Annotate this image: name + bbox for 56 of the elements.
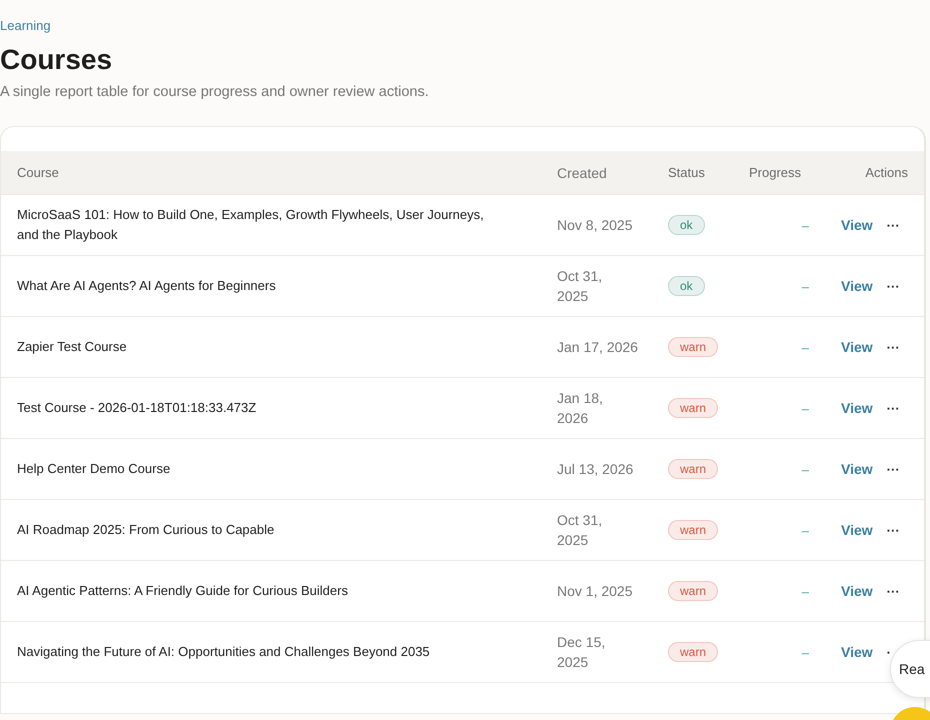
status-badge: ok [668, 215, 705, 235]
course-title: Test Course - 2026-01-18T01:18:33.473Z [16, 399, 258, 417]
created-date: Jan 17, 2026 [557, 338, 639, 357]
more-button[interactable]: ··· [886, 462, 900, 476]
course-title: What Are AI Agents? AI Agents for Beginners [16, 277, 277, 295]
progress-value: – [800, 400, 810, 416]
more-button[interactable]: ··· [886, 278, 900, 294]
progress-value: – [800, 522, 810, 538]
progress-value: – [800, 462, 810, 476]
created-date: Dec 15, 2025 [557, 633, 606, 672]
status-badge: warn [668, 642, 718, 662]
created-date: Jan 18, 2026 [557, 389, 604, 428]
status-badge: warn [668, 581, 718, 601]
more-button[interactable]: ··· [886, 584, 900, 598]
status-badge: warn [668, 520, 718, 540]
view-link[interactable]: View [841, 400, 873, 416]
column-header: Created [557, 164, 608, 182]
course-title: Zapier Test Course [16, 338, 128, 356]
course-title: AI Agentic Patterns: A Friendly Guide for Curious Builders [16, 582, 349, 600]
page-title: Courses [0, 44, 114, 76]
created-date: Jul 13, 2026 [557, 460, 634, 479]
progress-value: – [800, 584, 810, 598]
course-title: AI Roadmap 2025: From Curious to Capable [16, 521, 276, 539]
column-header: Course [16, 164, 60, 182]
created-date: Oct 31, 2025 [557, 267, 604, 306]
view-link[interactable]: View [841, 461, 873, 477]
more-button[interactable]: ··· [886, 400, 900, 416]
status-badge: warn [668, 337, 718, 357]
status-badge: warn [668, 398, 718, 418]
progress-value: – [800, 340, 810, 354]
column-header: Status [668, 165, 706, 180]
view-link[interactable]: View [841, 278, 873, 294]
view-link[interactable]: View [841, 339, 873, 355]
view-link[interactable]: View [841, 644, 873, 660]
created-date: Oct 31, 2025 [557, 511, 604, 550]
created-date: Nov 8, 2025 [557, 216, 634, 235]
column-header: Actions [864, 165, 909, 180]
course-title: Help Center Demo Course [16, 460, 172, 478]
more-button[interactable]: ··· [886, 218, 900, 232]
progress-value: – [800, 218, 810, 232]
more-button[interactable]: · [886, 644, 891, 660]
more-button[interactable]: ··· [886, 340, 900, 354]
column-header: Progress [749, 165, 802, 180]
more-button[interactable]: ··· [886, 522, 900, 538]
course-title: Navigating the Future of AI: Opportunities and Challenges Beyond 2035 [16, 643, 431, 661]
breadcrumb-link[interactable]: Learning [0, 18, 51, 33]
view-link[interactable]: View [841, 583, 873, 599]
view-link[interactable]: View [841, 522, 873, 538]
view-link[interactable]: View [841, 217, 873, 233]
progress-value: – [800, 278, 810, 294]
progress-value: – [800, 644, 810, 660]
page-subtitle: A single report table for course progress and owner review actions. [0, 84, 430, 100]
course-title: MicroSaaS 101: How to Build One, Examples, Growth Flywheels, User Journeys, and the Playbook [16, 206, 485, 244]
created-date: Nov 1, 2025 [557, 582, 634, 601]
status-badge: ok [668, 276, 705, 296]
status-badge: warn [668, 459, 718, 479]
